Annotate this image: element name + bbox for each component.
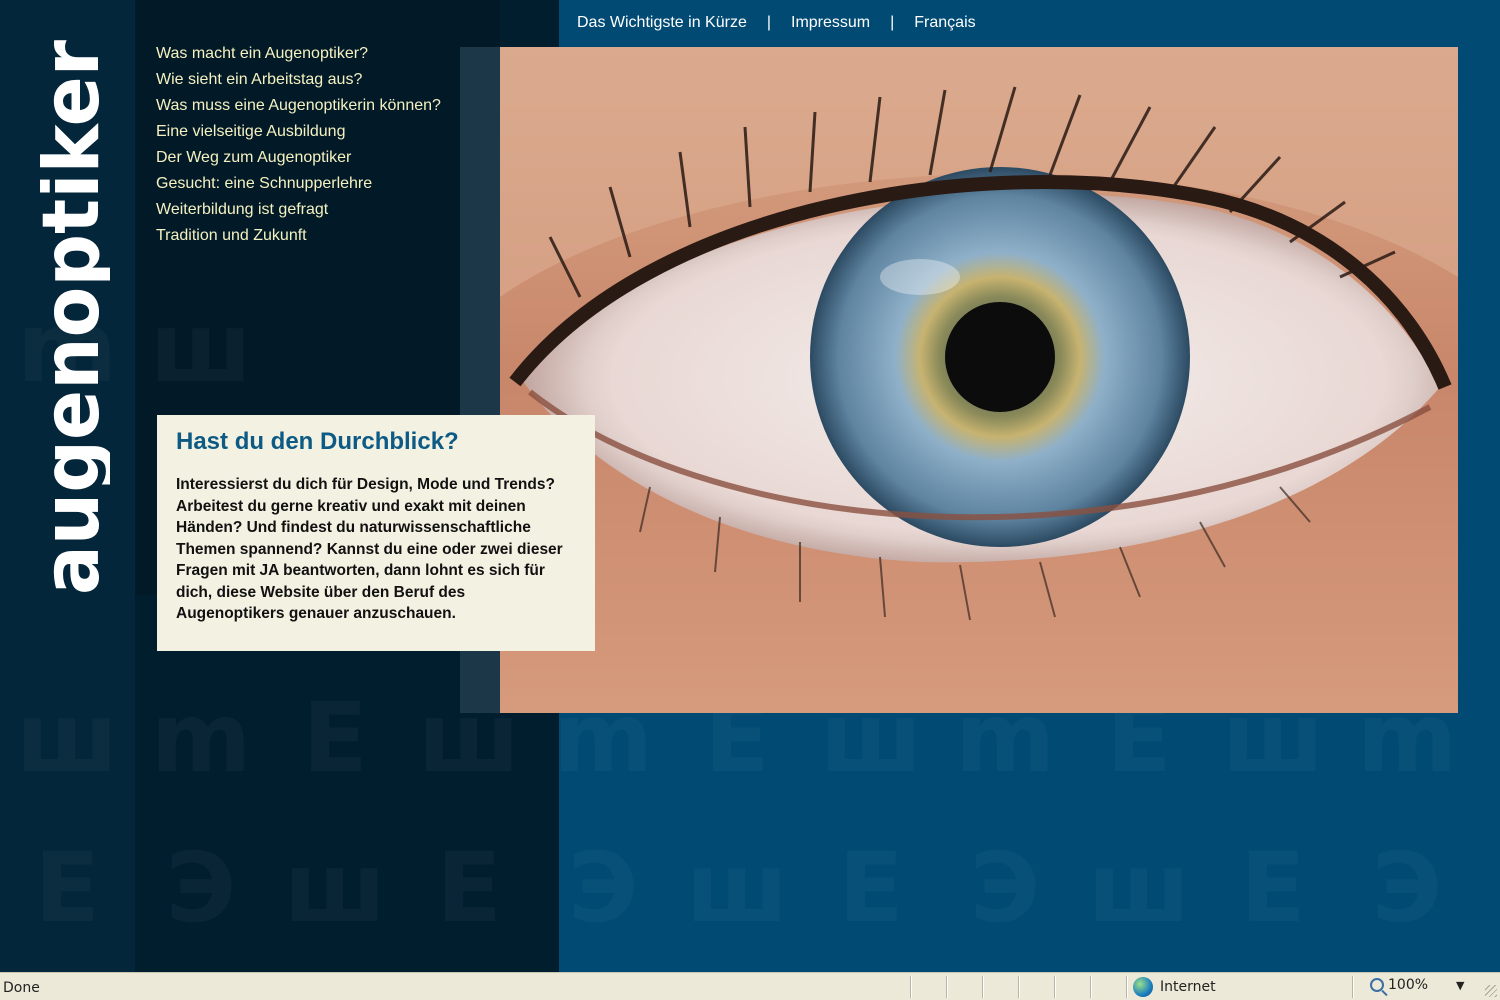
statusbar-divider <box>1090 976 1092 998</box>
browser-statusbar: Done Internet 100% ▼ <box>0 972 1500 1000</box>
statusbar-divider <box>1054 976 1056 998</box>
resize-grip-icon[interactable] <box>1485 985 1497 997</box>
sidebar-item: Gesucht: eine Schnupperlehre <box>156 173 441 199</box>
top-nav-francais[interactable]: Français <box>914 14 975 32</box>
sidebar-nav: Was macht ein Augenoptiker? Wie sieht ei… <box>156 43 441 251</box>
statusbar-divider <box>982 976 984 998</box>
globe-icon <box>1133 977 1153 997</box>
sidebar-item: Was muss eine Augenoptikerin können? <box>156 95 441 121</box>
page: mш шmEшmEшmEшm EЭшEЭшEЭшEЭ augenoptiker … <box>0 0 1500 972</box>
sidebar-item: Eine vielseitige Ausbildung <box>156 121 441 147</box>
sidebar-link-koennen[interactable]: Was muss eine Augenoptikerin können? <box>156 97 441 114</box>
top-nav: Das Wichtigste in Kürze | Impressum | Fr… <box>577 14 976 32</box>
hero-eye-photo <box>500 47 1458 713</box>
statusbar-divider <box>946 976 948 998</box>
security-zone[interactable]: Internet <box>1133 977 1216 997</box>
statusbar-divider <box>910 976 912 998</box>
sidebar-item: Weiterbildung ist gefragt <box>156 199 441 225</box>
zone-label: Internet <box>1160 979 1216 995</box>
status-text: Done <box>3 980 40 996</box>
statusbar-divider <box>1018 976 1020 998</box>
sidebar-link-ausbildung[interactable]: Eine vielseitige Ausbildung <box>156 123 345 140</box>
zoom-control[interactable]: 100% <box>1370 977 1428 993</box>
sidebar-item: Was macht ein Augenoptiker? <box>156 43 441 69</box>
teaser-box: Hast du den Durchblick? Interessierst du… <box>157 415 595 651</box>
teaser-body: Interessierst du dich für Design, Mode u… <box>176 476 563 622</box>
nav-separator: | <box>890 14 895 31</box>
sidebar-link-weg[interactable]: Der Weg zum Augenoptiker <box>156 149 351 166</box>
site-logo[interactable]: augenoptiker <box>27 40 117 595</box>
sidebar-link-tradition[interactable]: Tradition und Zukunft <box>156 227 307 244</box>
statusbar-divider <box>1352 976 1354 998</box>
sidebar-link-weiterbildung[interactable]: Weiterbildung ist gefragt <box>156 201 328 218</box>
eye-chart-watermark: EЭшEЭшEЭшEЭ <box>0 840 1500 936</box>
top-nav-wichtigste[interactable]: Das Wichtigste in Kürze <box>577 14 747 32</box>
logo-text: augenoptiker <box>40 40 110 595</box>
sidebar-item: Wie sieht ein Arbeitstag aus? <box>156 69 441 95</box>
sidebar-link-arbeitstag[interactable]: Wie sieht ein Arbeitstag aus? <box>156 71 362 88</box>
sidebar-item: Tradition und Zukunft <box>156 225 441 251</box>
top-nav-impressum[interactable]: Impressum <box>791 14 870 32</box>
magnifier-icon <box>1370 978 1384 992</box>
zoom-level: 100% <box>1388 977 1429 993</box>
sidebar-item: Der Weg zum Augenoptiker <box>156 147 441 173</box>
teaser-title: Hast du den Durchblick? <box>176 428 459 455</box>
sidebar-link-schnupperlehre[interactable]: Gesucht: eine Schnupperlehre <box>156 175 372 192</box>
statusbar-divider <box>1126 976 1128 998</box>
chevron-down-icon[interactable]: ▼ <box>1456 979 1464 992</box>
sidebar-link-was-macht[interactable]: Was macht ein Augenoptiker? <box>156 45 368 62</box>
nav-separator: | <box>766 14 771 31</box>
